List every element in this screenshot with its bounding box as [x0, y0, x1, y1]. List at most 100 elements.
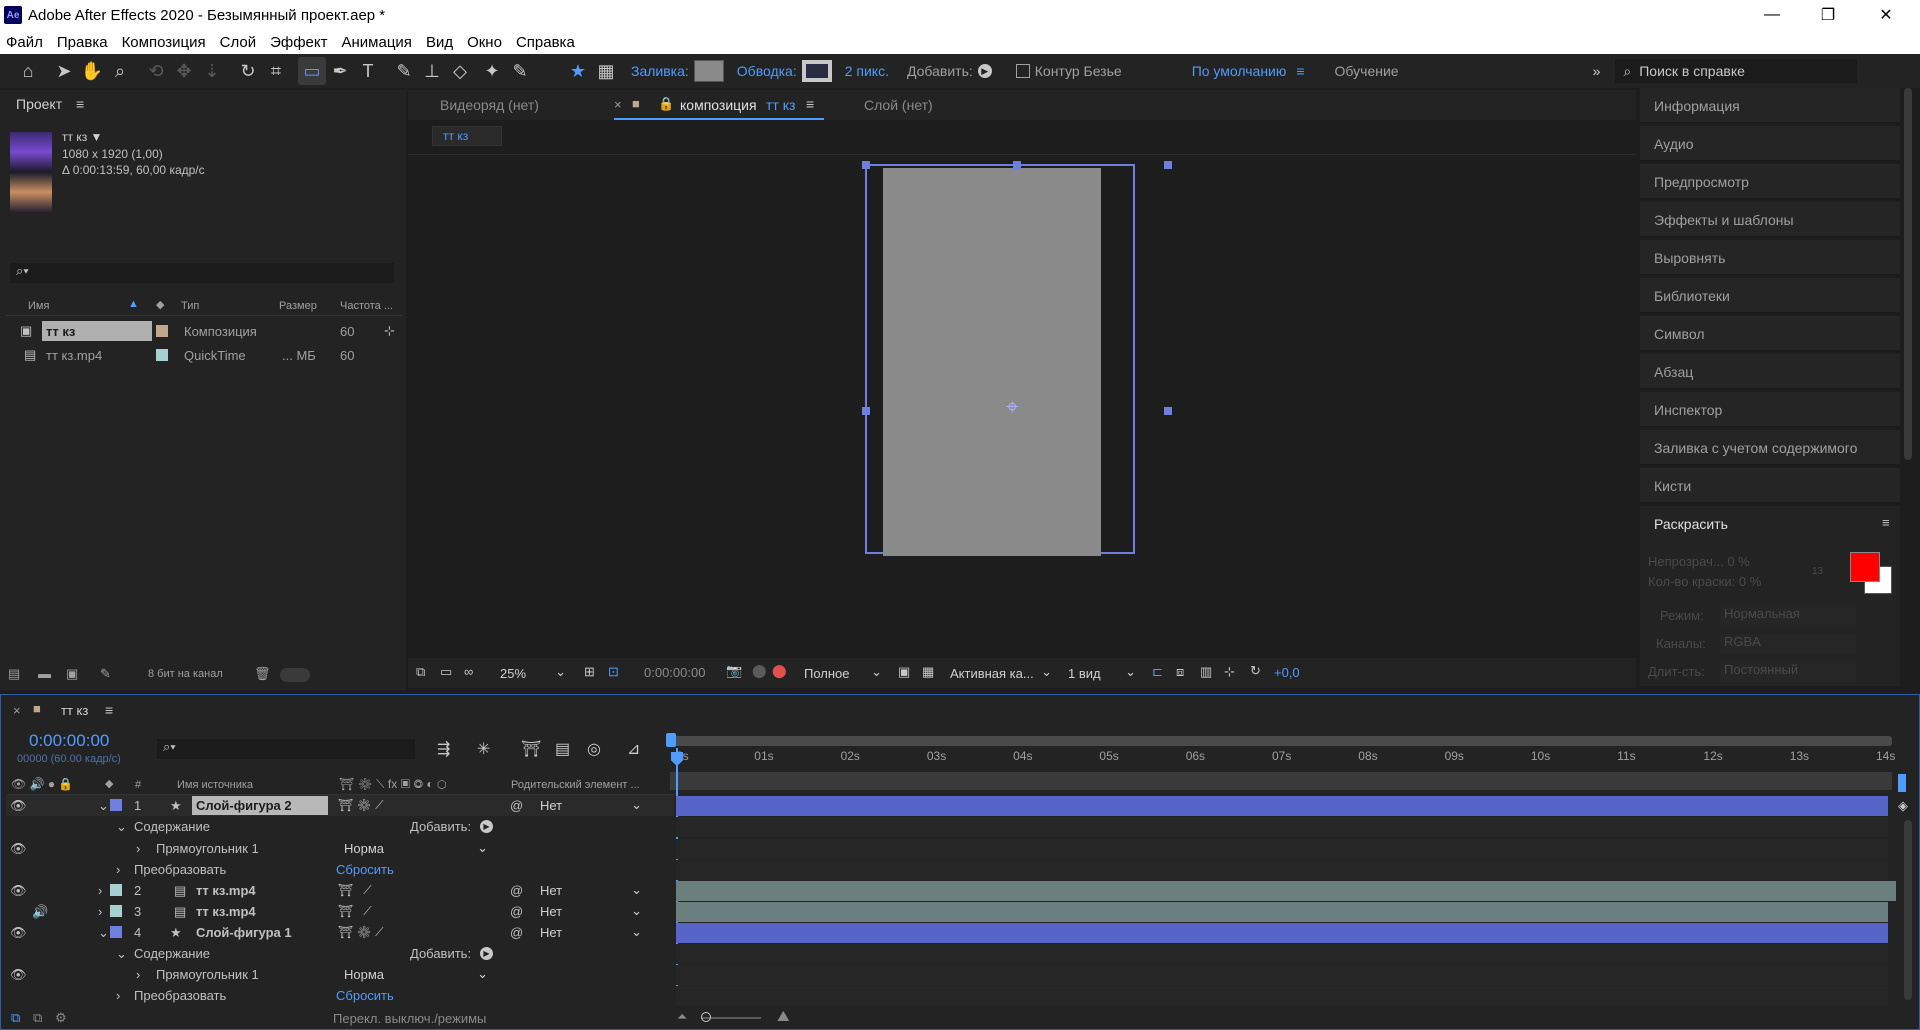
- help-search[interactable]: ⌕ Поиск в справке: [1615, 59, 1858, 83]
- roto-brush-icon[interactable]: ✦: [478, 57, 506, 85]
- stroke-width-value[interactable]: 2 пикс.: [845, 63, 889, 79]
- eye-icon[interactable]: 👁: [10, 967, 27, 983]
- reset-link[interactable]: Сбросить: [336, 862, 394, 877]
- fast-previews-icon[interactable]: ⧈: [1176, 664, 1184, 680]
- parent-dropdown[interactable]: Нет ⌄: [536, 922, 646, 942]
- property-group[interactable]: › Преобразовать Сбросить: [6, 859, 674, 880]
- dolly-camera-icon[interactable]: ⇣: [198, 57, 226, 85]
- layer-switches-icon[interactable]: ⛩ ⟋: [338, 883, 372, 898]
- parent-dropdown[interactable]: Нет ⌄: [536, 795, 646, 815]
- bit-depth[interactable]: 8 бит на канал: [148, 668, 223, 680]
- eye-icon[interactable]: 👁: [10, 841, 27, 857]
- col-source-name[interactable]: Имя источника: [177, 779, 253, 791]
- eye-icon[interactable]: 👁: [10, 798, 27, 814]
- property-group[interactable]: › Преобразовать Сбросить: [6, 985, 674, 1006]
- label-color[interactable]: [156, 325, 168, 337]
- mode-dropdown[interactable]: Нормальная: [1720, 606, 1856, 626]
- layer-switches-icon[interactable]: ⛩ ⟋: [338, 904, 372, 919]
- layer-name[interactable]: тт кз.mp4: [196, 883, 256, 898]
- anchor-point-tool-icon[interactable]: ⌗: [262, 57, 290, 85]
- views-dropdown[interactable]: 1 вид ⌄: [1064, 663, 1138, 683]
- speaker-icon[interactable]: 🔊: [32, 904, 48, 920]
- toggle-switch[interactable]: [280, 668, 310, 682]
- motion-blur-icon[interactable]: ◎: [587, 739, 601, 759]
- trash-icon[interactable]: 🗑: [254, 666, 271, 682]
- close-button[interactable]: ✕: [1858, 0, 1914, 30]
- zoom-dropdown[interactable]: 25% ⌄: [496, 663, 568, 683]
- zoom-in-icon[interactable]: ⛰: [777, 1008, 790, 1025]
- toggle-pixel-icon[interactable]: ⊏: [1152, 664, 1163, 680]
- minimize-button[interactable]: —: [1744, 0, 1800, 30]
- layer-switches-icon[interactable]: ⛩ ✳ ⟋: [338, 925, 384, 940]
- panel-menu-icon[interactable]: ≡: [105, 702, 113, 718]
- project-tab[interactable]: Проект: [16, 96, 62, 112]
- flowchart-icon[interactable]: ⊹: [1224, 664, 1235, 680]
- timeline-tab[interactable]: тт кз: [61, 703, 88, 718]
- layer-duration-bar[interactable]: [676, 902, 1888, 922]
- label-color[interactable]: [156, 349, 168, 361]
- panel-inspector[interactable]: Инспектор: [1640, 392, 1900, 428]
- project-search[interactable]: ⌕▾: [10, 263, 394, 283]
- close-tab-icon[interactable]: ×: [13, 703, 21, 718]
- comp-name[interactable]: тт кз ▼: [62, 130, 102, 144]
- in-out-icon[interactable]: ⚙: [55, 1010, 67, 1026]
- panel-menu-icon[interactable]: ≡: [806, 96, 814, 112]
- eye-icon[interactable]: 👁: [10, 883, 27, 899]
- twirl-closed-icon[interactable]: ›: [116, 862, 120, 877]
- tab-composition-name[interactable]: тт кз: [766, 97, 795, 113]
- vr-goggles-icon[interactable]: ∞: [464, 664, 473, 679]
- toggle-switches-modes[interactable]: Перекл. выключ./режимы: [333, 1011, 486, 1026]
- zoom-out-icon[interactable]: ⏶: [677, 1009, 687, 1025]
- fit-icon[interactable]: ⊞: [584, 664, 595, 680]
- menu-effect[interactable]: Эффект: [270, 34, 327, 51]
- graph-editor-icon[interactable]: ⊿: [627, 739, 640, 759]
- col-size[interactable]: Размер: [279, 300, 317, 312]
- clone-stamp-icon[interactable]: ⊥: [418, 57, 446, 85]
- add-menu-icon[interactable]: ▶: [977, 64, 992, 78]
- channels-dropdown[interactable]: RGBA: [1720, 634, 1856, 654]
- menu-help[interactable]: Справка: [516, 34, 575, 51]
- zoom-tool-icon[interactable]: ⌕: [106, 57, 134, 85]
- add-menu-icon[interactable]: ▶: [480, 947, 493, 960]
- project-item[interactable]: ▣ тт кз Композиция 60 ⊹: [6, 319, 402, 343]
- comp-canvas[interactable]: [865, 164, 1135, 556]
- roi-icon[interactable]: ▣: [898, 664, 910, 680]
- show-snapshot-icon[interactable]: ⬤: [752, 663, 767, 679]
- orbit-camera-icon[interactable]: ⟲: [142, 57, 170, 85]
- panel-libraries[interactable]: Библиотеки: [1640, 278, 1900, 314]
- stroke-color-swatch[interactable]: [801, 60, 832, 82]
- timeline-scrollbar[interactable]: [1904, 820, 1912, 1000]
- zoom-slider-thumb[interactable]: [701, 1012, 711, 1022]
- twirl-open-icon[interactable]: ⌄: [98, 798, 109, 814]
- label-col-icon[interactable]: ◆: [105, 777, 113, 790]
- close-tab-icon[interactable]: ×: [614, 97, 622, 112]
- brush-tool-icon[interactable]: ✎: [390, 57, 418, 85]
- reset-exposure-icon[interactable]: ↻: [1250, 663, 1261, 679]
- layer-label-color[interactable]: [110, 905, 122, 917]
- panel-paragraph[interactable]: Абзац: [1640, 354, 1900, 390]
- workspace-learn[interactable]: Обучение: [1335, 63, 1399, 79]
- menu-file[interactable]: Файл: [6, 34, 43, 51]
- pen-tool-icon[interactable]: ✒: [326, 57, 354, 85]
- comp-mini-flowchart-icon[interactable]: ⇶: [437, 739, 450, 759]
- layer-duration-bar[interactable]: [676, 796, 1888, 816]
- property-group[interactable]: ⌄ Содержание Добавить: ▶: [6, 943, 674, 964]
- bbox-handle[interactable]: [1164, 161, 1172, 169]
- rotate-tool-icon[interactable]: ↻: [234, 57, 262, 85]
- col-name[interactable]: Имя: [28, 300, 49, 312]
- navigator-start-handle[interactable]: [666, 733, 676, 747]
- work-area-bar[interactable]: [670, 772, 1892, 790]
- layer-name[interactable]: тт кз.mp4: [196, 904, 256, 919]
- menu-window[interactable]: Окно: [467, 34, 502, 51]
- bbox-handle[interactable]: [862, 161, 870, 169]
- home-icon[interactable]: ⌂: [14, 57, 42, 85]
- property-group[interactable]: 👁 › Прямоугольник 1 Норма ⌄: [6, 964, 674, 985]
- menu-view[interactable]: Вид: [426, 34, 453, 51]
- transparency-grid-icon[interactable]: ▦: [922, 664, 934, 680]
- breadcrumb[interactable]: тт кз: [432, 126, 502, 146]
- flowchart-icon[interactable]: ⊹: [384, 323, 395, 339]
- panel-character[interactable]: Символ: [1640, 316, 1900, 352]
- layer-label-color[interactable]: [110, 799, 122, 811]
- duration-dropdown[interactable]: Постоянный: [1720, 662, 1856, 682]
- panel-menu-icon[interactable]: ≡: [76, 96, 84, 112]
